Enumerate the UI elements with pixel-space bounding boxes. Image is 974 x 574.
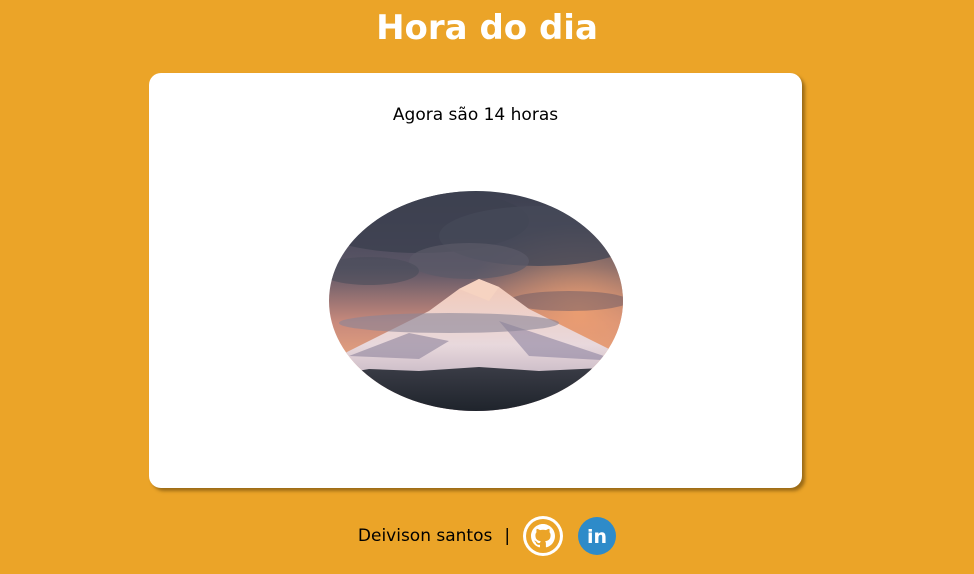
mountain-sunset-image xyxy=(329,191,623,411)
time-card: Agora são 14 horas xyxy=(149,73,802,488)
current-hour-text: Agora são 14 horas xyxy=(392,105,559,125)
page: Hora do dia Agora são 14 horas Deivison … xyxy=(0,0,974,574)
page-title: Hora do dia xyxy=(376,8,598,48)
github-icon xyxy=(523,516,564,556)
linkedin-glyph: in xyxy=(587,526,607,548)
author-name: Deivison santos xyxy=(357,526,493,546)
github-link[interactable] xyxy=(522,515,564,557)
linkedin-icon: in xyxy=(578,517,617,555)
linkedin-link[interactable]: in xyxy=(578,517,617,555)
footer: Deivison santos | in xyxy=(0,514,974,558)
footer-separator: | xyxy=(504,526,511,546)
